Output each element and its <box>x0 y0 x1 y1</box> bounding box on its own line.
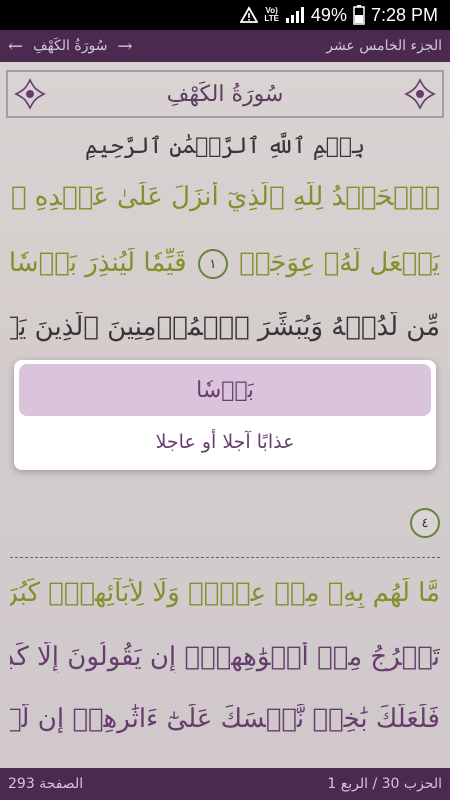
basmala: بِسۡمِ ٱللَّهِ ٱلرَّحۡمَٰنِ ٱلرَّحِيمِ <box>84 134 366 159</box>
verse-line-1[interactable]: ٱلۡحَمۡدُ لِلَّهِ ٱلَّذِيٓ أَنزَلَ عَلَى… <box>10 182 440 212</box>
surah-navigation: ← سُورَةُ الكَهْفِ → <box>8 36 133 57</box>
ayah-number-marker: ١ <box>197 249 228 279</box>
ornament-left-icon <box>14 78 46 110</box>
page-separator <box>10 557 440 558</box>
verse-text[interactable]: فَلَعَلَّكَ بَٰخِعٞ نَّفۡسَكَ عَلَىٰٓ ءَ… <box>10 704 440 734</box>
verse-line-7[interactable]: فَلَعَلَّكَ بَٰخِعٞ نَّفۡسَكَ عَلَىٰٓ ءَ… <box>10 704 440 734</box>
hizb-quarter: الحزب 30 / الربع 1 <box>327 776 442 792</box>
app-header: ← سُورَةُ الكَهْفِ → الجزء الخامس عشر <box>0 30 450 62</box>
verse-line-3[interactable]: مِّن لَّدُنۡهُ وَيُبَشِّرَ ٱلۡمُؤۡمِنِين… <box>10 312 440 342</box>
surah-banner: سُورَةُ الكَهْفِ <box>6 70 444 118</box>
verse-text[interactable]: ٱلۡحَمۡدُ لِلَّهِ ٱلَّذِيٓ أَنزَلَ عَلَى… <box>10 182 440 212</box>
volte-bottom-text: LTE <box>264 14 279 23</box>
page-number: الصفحة 293 <box>8 776 84 792</box>
popup-selected-word: بَأۡسٗا <box>19 364 431 416</box>
surah-title: سُورَةُ الكَهْفِ <box>166 81 284 107</box>
battery-percent: 49% <box>310 4 347 25</box>
verse-line-6[interactable]: تَخۡرُجُ مِنۡ أَفۡوَٰهِهِمۡۚ إِن يَقُولُ… <box>10 642 440 673</box>
verse-text[interactable]: قَيِّمٗا لِّيُنذِرَ بَأۡسٗا شَدِيدٗا <box>10 248 187 278</box>
previous-arrow-icon[interactable]: ← <box>8 36 23 57</box>
ornament-right-icon <box>404 78 436 110</box>
signal-icon <box>285 6 305 24</box>
verse-text[interactable]: مَّا لَهُم بِهِۦ مِنۡ عِلۡمٖ وَلَا لِأٓب… <box>10 578 440 608</box>
popup-word-meaning: عذابًا آجلا أو عاجلا <box>155 431 295 453</box>
verse-line-2[interactable]: يَجۡعَل لَّهُۥ عِوَجَاۜ ١ قَيِّمٗا لِّيُ… <box>10 248 440 279</box>
ayah-number-marker: ٤ <box>410 508 440 538</box>
verse-text[interactable]: يَجۡعَل لَّهُۥ عِوَجَاۜ <box>239 248 440 278</box>
verse-text[interactable]: تَخۡرُجُ مِنۡ أَفۡوَٰهِهِمۡۚ إِن يَقُولُ… <box>10 642 440 672</box>
footer-bar: الصفحة 293 الحزب 30 / الربع 1 <box>0 768 450 800</box>
verse-text[interactable]: مِّن لَّدُنۡهُ وَيُبَشِّرَ ٱلۡمُؤۡمِنِين… <box>10 312 440 342</box>
next-arrow-icon[interactable]: → <box>117 36 132 57</box>
word-meaning-popup[interactable]: بَأۡسٗا عذابًا آجلا أو عاجلا <box>14 360 436 470</box>
battery-icon <box>353 5 365 25</box>
verse-line-5[interactable]: مَّا لَهُم بِهِۦ مِنۡ عِلۡمٖ وَلَا لِأٓب… <box>10 578 440 608</box>
status-bar: Vo) LTE 49% 7:28 PM <box>0 0 450 30</box>
header-juz-name[interactable]: الجزء الخامس عشر <box>326 38 442 54</box>
notification-triangle-icon <box>240 6 259 24</box>
clock: 7:28 PM <box>370 4 438 25</box>
header-surah-name[interactable]: سُورَةُ الكَهْفِ <box>33 38 107 54</box>
volte-icon: Vo) LTE <box>264 7 279 23</box>
